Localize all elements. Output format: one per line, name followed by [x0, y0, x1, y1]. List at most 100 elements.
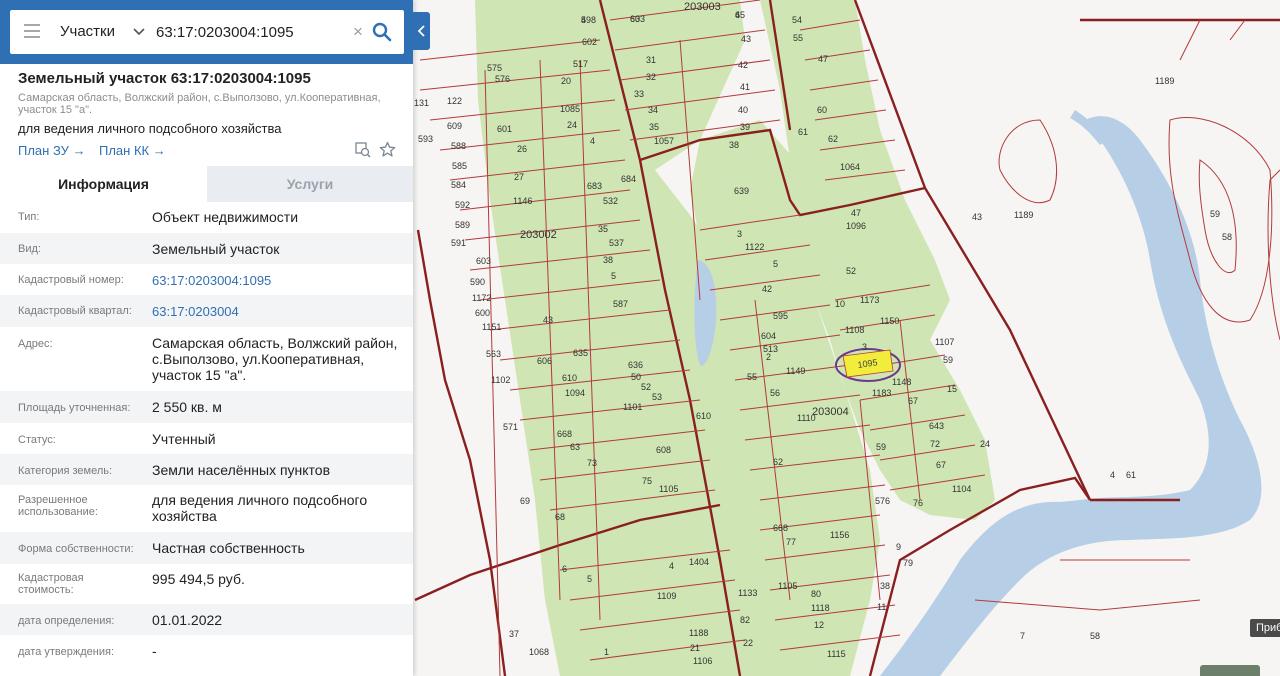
parcel-number-label: 1148: [892, 377, 911, 387]
attr-row-ownership: Форма собственности: Частная собственнос…: [0, 532, 413, 564]
clear-icon[interactable]: ×: [350, 23, 366, 41]
parcel-number-label: 1085: [560, 104, 580, 114]
attr-key: Кадастровая стоимость:: [18, 572, 84, 596]
parcel-number-label: 576: [495, 74, 510, 84]
parcel-number-label: 639: [734, 186, 749, 196]
parcel-number-label: 59: [1210, 209, 1220, 219]
search-type-label[interactable]: Участки: [60, 23, 115, 40]
plan-kk-link[interactable]: План КК →: [99, 143, 166, 158]
parcel-number-label: 1105: [778, 581, 797, 591]
map-hint-tag[interactable]: Приб: [1250, 619, 1280, 637]
parcel-number-label: 73: [587, 458, 597, 468]
parcel-number-label: 1110: [797, 413, 816, 423]
parcel-number-label: 72: [930, 439, 940, 449]
star-icon[interactable]: [379, 141, 396, 158]
attr-row-approval-date: дата утверждения: -: [0, 635, 413, 667]
parcel-number-label: 60: [817, 105, 827, 115]
parcel-number-label: 5: [587, 574, 592, 584]
search-bar: Участки ×: [0, 0, 413, 64]
parcel-number-label: 52: [641, 382, 651, 392]
parcel-number-label: 3: [737, 229, 742, 239]
parcel-number-label: 601: [497, 124, 512, 134]
tab-information[interactable]: Информация: [0, 166, 207, 202]
info-panel: Участки × Земельный участок 63:17:020300…: [0, 0, 413, 676]
search-icon[interactable]: [372, 22, 392, 42]
parcel-number-label: 38: [729, 140, 739, 150]
attr-key: Категория земель:: [18, 465, 113, 477]
parcel-number-label: 1133: [738, 588, 757, 598]
parcel-number-label: 584: [451, 180, 466, 190]
menu-icon[interactable]: [24, 24, 40, 40]
parcel-number-label: 47: [818, 54, 828, 64]
attr-value: 2 550 кв. м: [152, 399, 222, 415]
parcel-number-label: 34: [648, 105, 658, 115]
attr-row-determination-date: дата определения: 01.01.2022: [0, 604, 413, 635]
parcel-number-label: 7: [1020, 631, 1025, 641]
parcel-number-label: 1105: [659, 484, 678, 494]
attr-row-area: Площадь уточненная: 2 550 кв. м: [0, 391, 413, 423]
locate-icon[interactable]: [355, 142, 371, 158]
parcel-number-label: 1151: [482, 322, 501, 332]
parcel-number-label: 1150: [880, 316, 899, 326]
attr-row-cadastral-number: Кадастровый номер: 63:17:0203004:1095: [0, 264, 413, 295]
attr-value: Земли населённых пунктов: [152, 462, 331, 478]
parcel-number-label: 32: [646, 72, 656, 82]
parcel-number-label: 1107: [935, 337, 954, 347]
parcel-number-label: 537: [609, 238, 624, 248]
collapse-panel-button[interactable]: [413, 12, 430, 50]
attr-row-cadastral-value: Кадастровая стоимость: 995 494,5 руб.: [0, 564, 413, 604]
parcel-number-label: 6: [735, 10, 740, 20]
parcel-number-label: 61: [1126, 470, 1136, 480]
parcel-number-label: 668: [773, 523, 788, 533]
parcel-number-label: 33: [634, 89, 644, 99]
quarter-label: 203004: [812, 406, 849, 418]
parcel-number-label: 38: [603, 255, 613, 265]
cadastral-number-link[interactable]: 63:17:0203004:1095: [152, 273, 402, 289]
parcel-number-label: 5: [611, 271, 616, 281]
attr-row-land-category: Категория земель: Земли населённых пункт…: [0, 454, 413, 485]
attr-key: Кадастровый номер:: [18, 274, 124, 286]
parcel-card-header: Земельный участок 63:17:0203004:1095 Сам…: [0, 64, 413, 166]
parcel-number-label: 42: [738, 60, 748, 70]
quarter-label: 203002: [520, 229, 557, 241]
parcel-number-label: 35: [598, 224, 608, 234]
search-input[interactable]: [156, 18, 342, 46]
parcel-number-label: 571: [503, 422, 518, 432]
parcel-number-label: 635: [573, 348, 588, 358]
parcel-number-label: 1: [604, 647, 609, 657]
parcel-number-label: 20: [561, 76, 571, 86]
parcel-number-label: 56: [770, 388, 780, 398]
parcel-number-label: 1189: [1014, 210, 1033, 220]
basemap-thumbnail[interactable]: [1200, 665, 1260, 676]
attr-key: Тип:: [18, 211, 40, 223]
parcel-number-label: 1096: [846, 221, 866, 231]
cadastral-quarter-link[interactable]: 63:17:0203004: [152, 304, 402, 320]
parcel-number-label: 26: [517, 144, 527, 154]
parcel-number-label: 67: [908, 396, 918, 406]
attr-value: Земельный участок: [152, 241, 280, 257]
parcel-number-label: 1146: [513, 196, 532, 206]
attr-value: Объект недвижимости: [152, 209, 299, 225]
parcel-number-label: 6: [562, 564, 567, 574]
parcel-number-label: 683: [587, 181, 602, 191]
parcel-number-label: 1115: [827, 649, 846, 659]
parcel-number-label: 42: [762, 284, 772, 294]
parcel-number-label: 517: [573, 59, 588, 69]
parcel-number-label: 1108: [845, 325, 864, 335]
parcel-number-label: 47: [851, 208, 861, 218]
parcel-number-label: 58: [1222, 232, 1232, 242]
parcel-number-label: 43: [741, 34, 751, 44]
parcel-number-label: 610: [696, 411, 711, 421]
tab-services[interactable]: Услуги: [207, 166, 413, 202]
parcel-number-label: 1104: [952, 484, 971, 494]
parcel-number-label: 608: [656, 445, 671, 455]
parcel-number-label: 4: [590, 136, 595, 146]
parcel-number-label: 684: [621, 174, 636, 184]
parcel-number-label: 590: [470, 277, 485, 287]
parcel-number-label: 593: [418, 134, 433, 144]
plan-zu-link[interactable]: План ЗУ →: [18, 143, 86, 158]
chevron-down-icon[interactable]: [132, 24, 146, 38]
parcel-number-label: 1068: [529, 647, 549, 657]
attr-value: Учтенный: [152, 431, 216, 447]
parcel-number-label: 59: [876, 442, 886, 452]
